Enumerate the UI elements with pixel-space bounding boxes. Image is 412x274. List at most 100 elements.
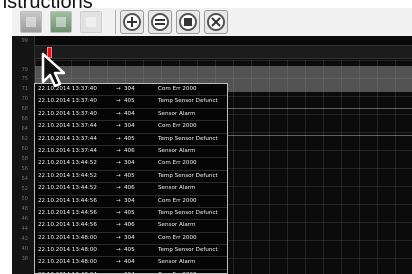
value-axis-tick: 48 xyxy=(21,206,28,212)
alarm-code: 405 xyxy=(124,172,135,179)
alarm-timestamp: 22.10.2014 13:44:56 xyxy=(38,209,97,216)
value-axis-tick: 66 xyxy=(21,116,28,122)
export-button[interactable] xyxy=(80,11,102,33)
alarm-arrow-icon: → xyxy=(116,259,121,266)
alarm-code: 406 xyxy=(124,185,135,192)
value-axis-tick: 56 xyxy=(21,166,28,172)
alarm-log-row[interactable]: 22.10.2014 13:37:40 → 404 Sensor Alarm xyxy=(38,109,227,122)
value-axis-tick: 38 xyxy=(21,256,28,262)
alarm-arrow-icon: → xyxy=(116,160,121,167)
alarm-arrow-icon: → xyxy=(116,234,121,241)
value-axis-tick: 40 xyxy=(21,246,28,252)
alarm-log-row[interactable]: 22.10.2014 13:48:00 → 304 Com Err 2000 xyxy=(38,233,227,246)
grid-view-button[interactable] xyxy=(20,11,42,33)
value-axis-tick: 62 xyxy=(21,136,28,142)
zoom-reset-button[interactable] xyxy=(204,10,228,34)
alarm-code: 304 xyxy=(124,197,135,204)
alarm-message: Temp Sensor Defunct xyxy=(158,247,218,254)
alarm-timestamp: 22.10.2014 13:44:56 xyxy=(38,222,97,229)
alarm-timestamp: 22.10.2014 13:37:44 xyxy=(38,147,97,154)
alarm-arrow-icon: → xyxy=(116,247,121,254)
alarm-arrow-icon: → xyxy=(116,86,121,92)
alarm-log-row[interactable]: 22.10.2014 13:37:44 → 304 Com Err 2000 xyxy=(38,121,227,134)
value-axis-tick: 79 xyxy=(21,67,28,73)
alarm-code: 304 xyxy=(124,86,135,92)
alarm-code: 304 xyxy=(124,234,135,241)
alarm-timestamp: 22.10.2014 13:48:00 xyxy=(38,259,97,266)
alarm-timestamp: 22.10.2014 13:44:52 xyxy=(38,160,97,167)
alarm-code: 304 xyxy=(124,160,135,167)
alarm-log-row[interactable]: 22.10.2014 13:48:00 → 404 Sensor Alarm xyxy=(38,257,227,270)
value-axis-gutter: 99 79 75 71 70 68 66 64 62 60 58 56 54 5… xyxy=(12,36,35,274)
value-axis-tick: 70 xyxy=(21,96,28,102)
zoom-in-icon xyxy=(123,13,141,31)
export-icon xyxy=(86,17,96,27)
zoom-fit-button[interactable] xyxy=(176,10,200,34)
zoom-out-icon xyxy=(151,13,169,31)
alarm-message: Sensor Alarm xyxy=(158,110,196,117)
alarm-message: Com Err 2000 xyxy=(158,160,197,167)
value-axis-tick: 99 xyxy=(21,38,28,44)
alarm-code: 405 xyxy=(124,135,135,142)
value-axis-tick: 64 xyxy=(21,126,28,132)
alarm-log-row[interactable]: 22.10.2014 13:44:52 → 304 Com Err 2000 xyxy=(38,158,227,171)
alarm-message: Temp Sensor Defunct xyxy=(158,209,218,216)
alarm-arrow-icon: → xyxy=(116,209,121,216)
alarm-code: 404 xyxy=(124,259,135,266)
alarm-log-row[interactable]: 22.10.2014 13:44:56 → 304 Com Err 2000 xyxy=(38,196,227,208)
alarm-timeline-band xyxy=(35,45,412,59)
alarm-code: 304 xyxy=(124,270,158,273)
alarm-log-row[interactable]: 22.10.2014 13:44:52 → 405 Temp Sensor Defun… xyxy=(38,171,227,184)
alarm-timestamp: 22.10.2014 13:37:44 xyxy=(38,135,97,142)
alarm-code: 405 xyxy=(124,209,135,216)
alarm-log-row[interactable]: 22.10.2014 13:37:40 → 304 Com Err 2000 xyxy=(38,84,227,97)
zoom-in-button[interactable] xyxy=(120,10,144,34)
alarm-log-row[interactable]: 22.10.2014 13:44:56 → 405 Temp Sensor Defun… xyxy=(38,208,227,221)
alarm-message: Temp Sensor Defunct xyxy=(158,172,218,179)
alarm-timestamp: 22.10.2014 13:44:52 xyxy=(38,172,97,179)
alarm-message: Sensor Alarm xyxy=(158,147,196,154)
alarm-log-row[interactable]: 22.10.2014 13:48:04→304Com Err 2000 xyxy=(38,270,227,273)
alarm-arrow-icon: → xyxy=(116,98,121,105)
value-axis-tick: 68 xyxy=(21,106,28,112)
alarm-log-row[interactable]: 22.10.2014 13:44:52 → 406 Sensor Alarm xyxy=(38,183,227,196)
alarm-arrow-icon: → xyxy=(116,222,121,229)
alarm-message: Temp Sensor Defunct xyxy=(158,98,218,105)
alarm-arrow-icon: → xyxy=(116,185,121,192)
alarm-arrow-icon: → xyxy=(116,147,121,154)
value-axis-tick: 44 xyxy=(21,226,28,232)
zoom-out-button[interactable] xyxy=(148,10,172,34)
zoom-reset-icon xyxy=(207,13,225,31)
value-axis-tick: 46 xyxy=(21,216,28,222)
alarm-log-row[interactable]: 22.10.2014 13:37:44 → 405 Temp Sensor Defun… xyxy=(38,134,227,146)
alarm-timestamp: 22.10.2014 13:37:44 xyxy=(38,123,97,130)
alarm-arrow-icon: → xyxy=(116,270,124,273)
value-axis-tick: 58 xyxy=(21,156,28,162)
value-axis-tick: 42 xyxy=(21,236,28,242)
alarm-message: Com Err 2000 xyxy=(158,86,197,92)
alarm-code: 406 xyxy=(124,147,135,154)
alarm-message: Sensor Alarm xyxy=(158,222,196,229)
toolbar-divider xyxy=(115,10,116,34)
image-view-button[interactable] xyxy=(50,11,72,33)
value-axis-tick: 52 xyxy=(21,186,28,192)
value-axis-tick: 60 xyxy=(21,146,28,152)
value-axis-tick: 75 xyxy=(21,76,28,82)
alarm-arrow-icon: → xyxy=(116,197,121,204)
alarm-log-row[interactable]: 22.10.2014 13:48:00 → 405 Temp Sensor Defun… xyxy=(38,245,227,258)
alarm-code: 406 xyxy=(124,222,135,229)
alarm-log-row[interactable]: 22.10.2014 13:37:40 → 405 Temp Sensor Defun… xyxy=(38,96,227,109)
alarm-code: 404 xyxy=(124,110,135,117)
grid-view-icon xyxy=(26,17,36,27)
value-axis-tick: 71 xyxy=(21,86,28,92)
alarm-message: Temp Sensor Defunct xyxy=(158,135,218,142)
value-axis-tick: 50 xyxy=(21,196,28,202)
alarm-code: 405 xyxy=(124,98,135,105)
alarm-timestamp: 22.10.2014 13:37:40 xyxy=(38,110,97,117)
alarm-log-row[interactable]: 22.10.2014 13:37:44 → 406 Sensor Alarm xyxy=(38,146,227,159)
alarm-log-row[interactable]: 22.10.2014 13:44:56 → 406 Sensor Alarm xyxy=(38,220,227,233)
alarm-code: 304 xyxy=(124,123,135,130)
image-view-icon xyxy=(56,17,66,27)
trend-display: 99 79 75 71 70 68 66 64 62 60 58 56 54 5… xyxy=(12,36,412,274)
alarm-arrow-icon: → xyxy=(116,110,121,117)
